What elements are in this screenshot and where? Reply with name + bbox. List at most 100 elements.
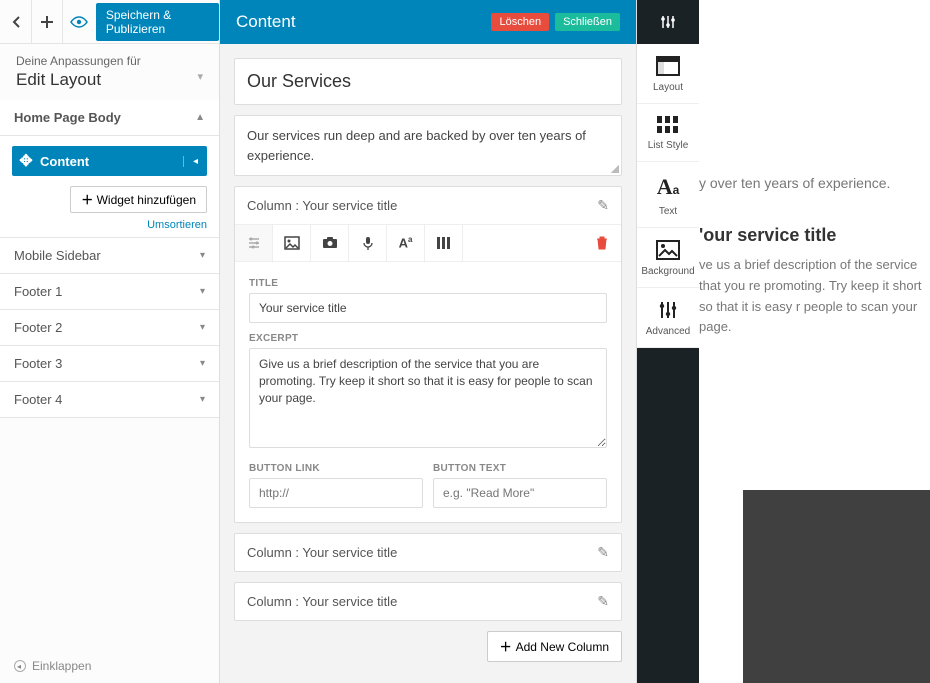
- eye-icon: [70, 16, 88, 28]
- add-button[interactable]: [32, 0, 63, 44]
- center-body: Our Services Our services run deep and a…: [220, 44, 636, 683]
- button-link-field[interactable]: [249, 478, 423, 508]
- preview-intro-line: y over ten years of experience.: [699, 175, 900, 191]
- background-icon: [656, 240, 680, 260]
- column-2-header[interactable]: Column : Your service title ✎: [235, 534, 621, 571]
- center-title: Content: [236, 12, 491, 32]
- reorder-link[interactable]: Umsortieren: [147, 213, 207, 231]
- pencil-icon[interactable]: ✎: [597, 544, 609, 561]
- tab-label: Text: [659, 206, 677, 217]
- content-label: Content: [40, 154, 183, 169]
- section-footer-3[interactable]: Footer 3▾: [0, 346, 219, 382]
- section-home-page-body[interactable]: Home Page Body ▲: [0, 100, 219, 136]
- column-3: Column : Your service title ✎: [234, 582, 622, 621]
- excerpt-field[interactable]: [249, 348, 607, 448]
- add-widget-button[interactable]: ＋ Widget hinzufügen: [70, 186, 207, 213]
- add-column-button[interactable]: ＋ Add New Column: [487, 631, 622, 662]
- type-text[interactable]: Aа: [387, 225, 425, 261]
- add-column-label: Add New Column: [516, 640, 609, 654]
- close-button[interactable]: Schließen: [555, 13, 620, 31]
- sliders-icon: [660, 14, 676, 30]
- page-title-text: Edit Layout: [16, 70, 101, 89]
- section-mobile-sidebar[interactable]: Mobile Sidebar ▾: [0, 238, 219, 274]
- section-label: Home Page Body: [14, 110, 121, 125]
- section-label: Mobile Sidebar: [14, 248, 101, 263]
- tab-label: Background: [641, 266, 694, 277]
- column-type-row: Aа: [235, 224, 621, 262]
- section-description-input[interactable]: Our services run deep and are backed by …: [234, 115, 622, 176]
- preview-service-desc: ve us a brief description of the service…: [699, 255, 930, 338]
- type-camera[interactable]: [311, 225, 349, 261]
- section-label: Footer 4: [14, 392, 62, 407]
- text-icon: Aa: [657, 174, 680, 200]
- delete-column-button[interactable]: [583, 225, 621, 261]
- section-footer-4[interactable]: Footer 4 ▾: [0, 382, 219, 418]
- collapse-icon: ◂: [14, 660, 26, 672]
- title-label: TITLE: [249, 278, 607, 289]
- layout-icon: [656, 56, 680, 76]
- section-label: Footer 2: [14, 320, 62, 335]
- section-footer-2[interactable]: Footer 2 ▾: [0, 310, 219, 346]
- chevron-down-icon: ▾: [200, 286, 205, 297]
- collapse-label: Einklappen: [32, 659, 91, 673]
- page-title: Edit Layout ▾: [0, 70, 219, 100]
- pencil-icon[interactable]: ✎: [597, 197, 609, 214]
- back-button[interactable]: [0, 0, 32, 44]
- column-header-label: Column : Your service title: [247, 594, 397, 609]
- tab-label: List Style: [648, 140, 689, 151]
- center-header: Content Löschen Schließen: [220, 0, 636, 44]
- section-footer-1[interactable]: Footer 1 ▾: [0, 274, 219, 310]
- section-title-input[interactable]: Our Services: [234, 58, 622, 105]
- section-label: Footer 1: [14, 284, 62, 299]
- pencil-icon[interactable]: ✎: [597, 593, 609, 610]
- type-sliders[interactable]: [235, 225, 273, 261]
- camera-icon: [322, 237, 338, 249]
- settings-header-icon[interactable]: [637, 0, 699, 44]
- chevron-down-icon: ▾: [200, 250, 205, 261]
- chevron-down-icon: ▾: [200, 394, 205, 405]
- button-link-label: BUTTON LINK: [249, 463, 423, 474]
- left-sidebar: Speichern & Publizieren Deine Anpassunge…: [0, 0, 220, 683]
- column-1: Column : Your service title ✎ Aа TITLE E…: [234, 186, 622, 523]
- plus-icon: ＋: [81, 193, 93, 207]
- list-style-icon: [657, 116, 679, 134]
- tab-list-style[interactable]: List Style: [637, 104, 699, 162]
- tab-layout[interactable]: Layout: [637, 44, 699, 104]
- plus-icon: ＋: [500, 640, 512, 654]
- button-text-label: BUTTON TEXT: [433, 463, 607, 474]
- tab-label: Advanced: [646, 326, 690, 337]
- delete-button[interactable]: Löschen: [491, 13, 549, 31]
- chevron-down-icon: ▾: [200, 322, 205, 333]
- text-icon: Aа: [399, 235, 413, 250]
- button-text-field[interactable]: [433, 478, 607, 508]
- content-widget-button[interactable]: ✥ Content ◂: [12, 146, 207, 176]
- image-icon: [284, 236, 300, 250]
- section-label: Footer 3: [14, 356, 62, 371]
- tab-background[interactable]: Background: [637, 228, 699, 288]
- right-tabs: Layout List Style Aa Text Background Adv…: [637, 0, 699, 683]
- type-image[interactable]: [273, 225, 311, 261]
- breadcrumb: Deine Anpassungen für: [0, 44, 219, 70]
- collapse-icon[interactable]: ◂: [183, 156, 207, 167]
- advanced-icon: [659, 300, 677, 320]
- column-1-header[interactable]: Column : Your service title ✎: [235, 187, 621, 224]
- column-2: Column : Your service title ✎: [234, 533, 622, 572]
- type-columns[interactable]: [425, 225, 463, 261]
- type-mic[interactable]: [349, 225, 387, 261]
- collapse-sidebar-button[interactable]: ◂ Einklappen: [0, 649, 219, 683]
- center-panel: Content Löschen Schließen Our Services O…: [220, 0, 637, 683]
- column-3-header[interactable]: Column : Your service title ✎: [235, 583, 621, 620]
- tab-advanced[interactable]: Advanced: [637, 288, 699, 348]
- preview-toggle[interactable]: [63, 0, 94, 44]
- preview-service-title: 'our service title: [699, 225, 836, 246]
- move-icon: ✥: [12, 151, 40, 171]
- column-header-label: Column : Your service title: [247, 198, 397, 213]
- column-1-body: TITLE EXCERPT BUTTON LINK BUTTON TEXT: [235, 262, 621, 522]
- column-header-label: Column : Your service title: [247, 545, 397, 560]
- top-actions: Speichern & Publizieren: [0, 0, 219, 44]
- save-publish-button[interactable]: Speichern & Publizieren: [96, 3, 219, 41]
- title-field[interactable]: [249, 293, 607, 323]
- excerpt-label: EXCERPT: [249, 333, 607, 344]
- tab-text[interactable]: Aa Text: [637, 162, 699, 228]
- preview-dark-section: [743, 490, 930, 683]
